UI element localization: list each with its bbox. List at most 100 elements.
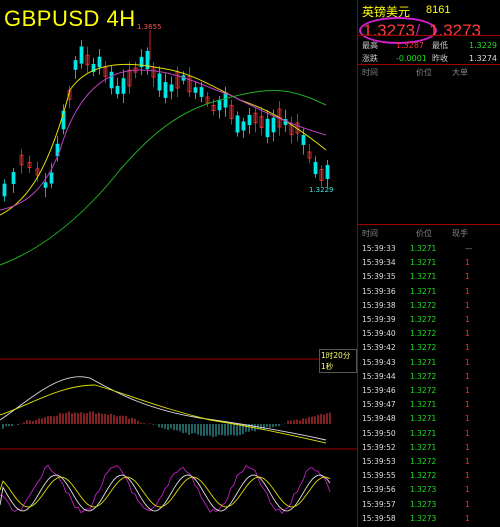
tick-row[interactable]: 15:39:50 1.3271 1	[358, 427, 500, 441]
tick-vol: 1	[465, 258, 470, 268]
tick-vol: 1	[465, 457, 470, 466]
tick-row[interactable]: 15:39:36 1.3271 1	[358, 285, 500, 299]
low-marker-label: 1.3229	[309, 186, 334, 194]
divider	[358, 35, 500, 36]
tick-time: 15:39:40	[362, 329, 396, 339]
divider	[358, 64, 500, 65]
tick-row[interactable]: 15:39:46 1.3272 1	[358, 384, 500, 398]
tick-row[interactable]: 15:39:38 1.3272 1	[358, 299, 500, 313]
tick-row[interactable]: 15:39:39 1.3272 1	[358, 313, 500, 327]
tick-time: 15:39:47	[362, 400, 396, 410]
tick-vol: 1	[465, 499, 470, 509]
tick-row[interactable]: 15:39:55 1.3272 1	[358, 469, 500, 483]
tick-vol: 1	[465, 513, 470, 523]
candle-body	[11, 172, 16, 184]
candle-body	[223, 92, 228, 108]
tick-row[interactable]: 15:39:56 1.3273 1	[358, 483, 500, 497]
tick-row[interactable]: 15:39:52 1.3271 1	[358, 441, 500, 455]
tick-price: 1.3272	[410, 300, 437, 310]
tick-vol: 1	[465, 471, 470, 481]
ma-line-yellow	[0, 63, 327, 216]
ticks-header-price: 价位	[416, 229, 432, 238]
tick-row[interactable]: 15:39:34 1.3271 1	[358, 256, 500, 270]
change-value: -0.0001	[396, 54, 427, 63]
tick-price: 1.3272	[410, 343, 437, 353]
tick-time: 15:39:48	[362, 414, 396, 424]
tick-time: 15:39:55	[362, 471, 396, 481]
tick-time: 15:39:56	[362, 485, 396, 495]
tick-row[interactable]: 15:39:58 1.3273 1	[358, 512, 500, 526]
tick-vol: 1	[465, 414, 470, 424]
tick-price: 1.3272	[410, 315, 437, 324]
candlestick-chart-area[interactable]: GBPUSD 4H 1.3655 1.3229 1时20分1秒	[0, 0, 357, 527]
big-trades-header-time: 时间	[362, 68, 378, 77]
tick-vol: 1	[465, 343, 470, 353]
tick-row[interactable]: 15:39:35 1.3271 1	[358, 270, 500, 284]
tick-price: 1.3271	[410, 428, 437, 438]
tick-price: 1.3271	[410, 244, 437, 253]
tick-row[interactable]: 15:39:53 1.3272 1	[358, 455, 500, 469]
tick-row[interactable]: 15:39:47 1.3271 1	[358, 398, 500, 412]
tick-vol: 1	[465, 286, 470, 296]
tick-vol: 1	[465, 442, 470, 452]
big-trades-header-size: 大单	[452, 68, 468, 77]
candle-body	[115, 85, 120, 95]
candle-body	[2, 183, 7, 197]
high-label: 最高	[362, 41, 378, 50]
tick-price: 1.3271	[410, 286, 437, 296]
candle-body	[49, 172, 54, 184]
candle-body	[157, 73, 162, 91]
tick-time: 15:39:35	[362, 272, 396, 282]
tick-vol: 1	[465, 300, 470, 310]
quote-panel: 英镑美元 8161 1.3273 / 1.3273 最高 1.3287 最低 1…	[357, 0, 500, 527]
low-label: 最低	[432, 41, 448, 50]
tick-price: 1.3273	[410, 513, 437, 523]
tick-price: 1.3272	[410, 386, 437, 395]
tick-price: 1.3271	[410, 272, 437, 282]
tick-row[interactable]: 15:39:33 1.3271 —	[358, 242, 500, 256]
tick-time: 15:39:44	[362, 371, 396, 381]
candle-body	[79, 46, 84, 64]
tick-price: 1.3271	[410, 400, 437, 410]
price-chart-svg[interactable]	[0, 0, 357, 527]
tick-row[interactable]: 15:39:44 1.3272 1	[358, 370, 500, 384]
last-price-right: 1.3273	[429, 21, 481, 40]
candle-body	[271, 117, 276, 133]
high-value: 1.3287	[396, 41, 424, 50]
tick-price: 1.3272	[410, 329, 437, 339]
candle-body	[73, 60, 78, 70]
candle-body	[241, 121, 246, 131]
divider	[358, 224, 500, 225]
tick-vol: 1	[465, 485, 470, 495]
candle-body	[109, 71, 114, 89]
tick-time: 15:39:39	[362, 315, 396, 324]
tick-time: 15:39:43	[362, 357, 396, 367]
tick-time: 15:39:36	[362, 286, 396, 296]
tick-vol: 1	[465, 428, 470, 438]
candle-body	[325, 164, 330, 180]
candle-body	[193, 87, 198, 93]
tick-time: 15:39:53	[362, 457, 396, 466]
tick-vol: 1	[465, 386, 470, 395]
osc-line-purple	[0, 464, 331, 515]
bar-countdown: 1时20分1秒	[319, 349, 357, 373]
macd-line	[0, 376, 327, 441]
change-label: 涨跌	[362, 54, 378, 63]
candle-body	[313, 161, 318, 175]
prev-close-label: 昨收	[432, 54, 448, 63]
candle-body	[247, 114, 252, 126]
tick-vol: 1	[465, 329, 470, 339]
tick-time: 15:39:57	[362, 499, 396, 509]
tick-row[interactable]: 15:39:43 1.3271 1	[358, 356, 500, 370]
tick-row[interactable]: 15:39:42 1.3272 1	[358, 341, 500, 355]
tick-vol: 1	[465, 272, 470, 282]
tick-row[interactable]: 15:39:48 1.3271 1	[358, 412, 500, 426]
tick-row[interactable]: 15:39:40 1.3272 1	[358, 327, 500, 341]
trading-terminal: GBPUSD 4H 1.3655 1.3229 1时20分1秒 英镑美元 816…	[0, 0, 500, 527]
tick-price: 1.3271	[410, 357, 437, 367]
tick-row[interactable]: 15:39:57 1.3273 1	[358, 498, 500, 512]
tick-time: 15:39:52	[362, 442, 396, 452]
candle-body	[217, 99, 222, 111]
tick-vol: 1	[465, 400, 470, 410]
ticks-header-time: 时间	[362, 229, 378, 238]
